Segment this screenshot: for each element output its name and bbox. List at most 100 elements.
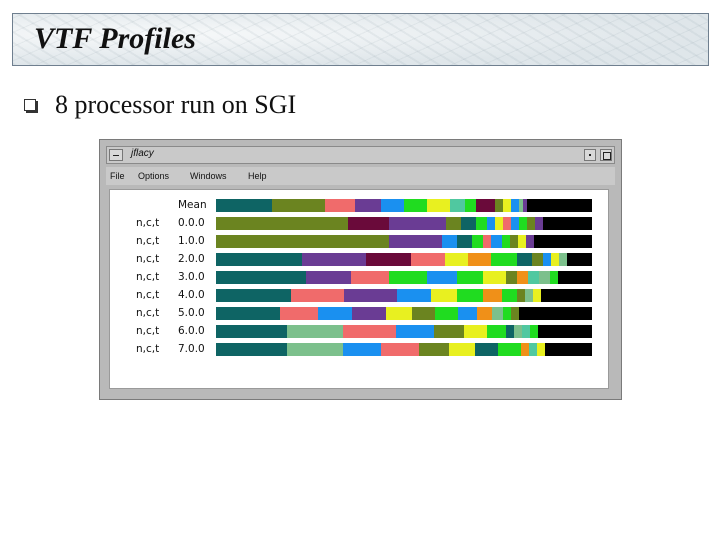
profile-bar[interactable]	[216, 235, 592, 248]
bar-segment[interactable]	[381, 343, 419, 356]
bar-segment[interactable]	[518, 235, 526, 248]
bar-segment[interactable]	[567, 253, 592, 266]
bar-segment[interactable]	[510, 235, 518, 248]
bar-segment[interactable]	[216, 235, 389, 248]
bar-segment[interactable]	[461, 217, 476, 230]
bar-segment[interactable]	[535, 217, 543, 230]
bar-segment[interactable]	[526, 235, 534, 248]
bar-segment[interactable]	[216, 325, 287, 338]
bar-segment[interactable]	[498, 343, 521, 356]
bar-segment[interactable]	[511, 307, 519, 320]
bar-segment[interactable]	[487, 217, 495, 230]
bar-segment[interactable]	[539, 271, 550, 284]
bar-segment[interactable]	[458, 307, 477, 320]
bar-segment[interactable]	[511, 199, 519, 212]
bar-segment[interactable]	[475, 343, 498, 356]
bar-segment[interactable]	[343, 343, 381, 356]
bar-segment[interactable]	[397, 289, 431, 302]
bar-segment[interactable]	[472, 235, 483, 248]
bar-segment[interactable]	[216, 271, 306, 284]
bar-segment[interactable]	[389, 235, 423, 248]
profile-bar[interactable]	[216, 199, 592, 212]
bar-segment[interactable]	[538, 325, 592, 338]
bar-segment[interactable]	[551, 253, 559, 266]
bar-segment[interactable]	[528, 271, 539, 284]
bar-segment[interactable]	[216, 217, 348, 230]
bar-segment[interactable]	[272, 199, 325, 212]
bar-segment[interactable]	[465, 199, 476, 212]
profile-bar[interactable]	[216, 217, 592, 230]
profile-bar[interactable]	[216, 253, 592, 266]
bar-segment[interactable]	[306, 271, 351, 284]
bar-segment[interactable]	[514, 325, 522, 338]
bar-segment[interactable]	[449, 343, 475, 356]
minimize-icon[interactable]	[584, 149, 596, 161]
menu-windows[interactable]: Windows	[190, 171, 227, 181]
bar-segment[interactable]	[423, 235, 442, 248]
bar-segment[interactable]	[450, 199, 465, 212]
bar-segment[interactable]	[355, 199, 381, 212]
profile-bar[interactable]	[216, 325, 592, 338]
bar-segment[interactable]	[351, 271, 389, 284]
bar-segment[interactable]	[366, 253, 411, 266]
bar-segment[interactable]	[502, 289, 517, 302]
bar-segment[interactable]	[287, 325, 343, 338]
bar-segment[interactable]	[389, 271, 427, 284]
bar-segment[interactable]	[352, 307, 386, 320]
bar-segment[interactable]	[550, 271, 558, 284]
bar-segment[interactable]	[503, 199, 511, 212]
window-titlebar[interactable]: jflacy	[106, 146, 615, 164]
maximize-icon[interactable]	[600, 149, 612, 161]
bar-segment[interactable]	[427, 271, 457, 284]
bar-segment[interactable]	[419, 343, 449, 356]
bar-segment[interactable]	[280, 307, 318, 320]
bar-segment[interactable]	[543, 253, 551, 266]
bar-segment[interactable]	[343, 325, 396, 338]
menu-file[interactable]: File	[110, 171, 125, 181]
bar-segment[interactable]	[431, 289, 457, 302]
bar-segment[interactable]	[532, 253, 543, 266]
bar-segment[interactable]	[468, 253, 491, 266]
bar-segment[interactable]	[527, 217, 535, 230]
bar-segment[interactable]	[517, 289, 525, 302]
bar-segment[interactable]	[318, 307, 352, 320]
bar-segment[interactable]	[435, 307, 458, 320]
bar-segment[interactable]	[404, 199, 427, 212]
bar-segment[interactable]	[457, 271, 483, 284]
bar-segment[interactable]	[521, 343, 529, 356]
bar-segment[interactable]	[477, 307, 492, 320]
bar-segment[interactable]	[533, 289, 541, 302]
profile-bar[interactable]	[216, 289, 592, 302]
bar-segment[interactable]	[558, 271, 592, 284]
bar-segment[interactable]	[344, 289, 397, 302]
bar-segment[interactable]	[411, 253, 445, 266]
menu-options[interactable]: Options	[138, 171, 169, 181]
bar-segment[interactable]	[530, 325, 538, 338]
bar-segment[interactable]	[506, 271, 517, 284]
bar-segment[interactable]	[503, 307, 511, 320]
bar-segment[interactable]	[476, 199, 495, 212]
bar-segment[interactable]	[483, 271, 506, 284]
bar-segment[interactable]	[445, 253, 468, 266]
bar-segment[interactable]	[427, 217, 446, 230]
bar-segment[interactable]	[216, 289, 291, 302]
bar-segment[interactable]	[216, 199, 272, 212]
bar-segment[interactable]	[483, 235, 491, 248]
bar-segment[interactable]	[517, 271, 528, 284]
bar-segment[interactable]	[559, 253, 567, 266]
bar-segment[interactable]	[522, 325, 530, 338]
bar-segment[interactable]	[446, 217, 461, 230]
bar-segment[interactable]	[545, 343, 592, 356]
bar-segment[interactable]	[427, 199, 450, 212]
bar-segment[interactable]	[511, 217, 519, 230]
bar-segment[interactable]	[541, 289, 592, 302]
bar-segment[interactable]	[529, 343, 537, 356]
bar-segment[interactable]	[519, 307, 592, 320]
bar-segment[interactable]	[491, 235, 502, 248]
bar-segment[interactable]	[534, 235, 592, 248]
bar-segment[interactable]	[396, 325, 434, 338]
bar-segment[interactable]	[412, 307, 435, 320]
profile-bar[interactable]	[216, 343, 592, 356]
bar-segment[interactable]	[537, 343, 545, 356]
bar-segment[interactable]	[517, 253, 532, 266]
